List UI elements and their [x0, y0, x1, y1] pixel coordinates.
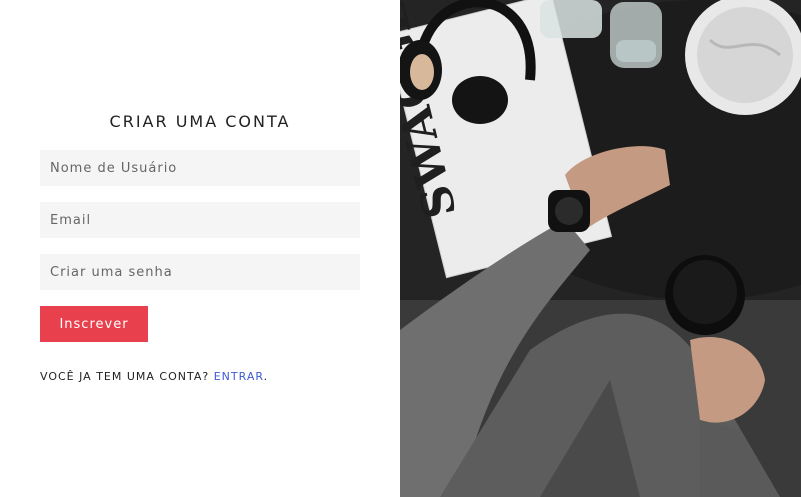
signin-prompt-text: VOCÊ JA TEM UMA CONTA? [40, 370, 210, 383]
signin-suffix: . [263, 370, 269, 383]
hero-illustration: SWAGGER [400, 0, 801, 497]
signup-button[interactable]: Inscrever [40, 306, 148, 342]
coffee-cup-icon [665, 255, 745, 335]
signup-panel: CRIAR UMA CONTA Inscrever VOCÊ JA TEM UM… [0, 0, 400, 497]
username-input[interactable] [40, 150, 360, 186]
signin-link[interactable]: ENTRAR [214, 370, 264, 383]
hero-photo: SWAGGER [400, 0, 801, 497]
password-input[interactable] [40, 254, 360, 290]
form-title: CRIAR UMA CONTA [109, 112, 291, 131]
email-input[interactable] [40, 202, 360, 238]
signin-prompt: VOCÊ JA TEM UMA CONTA? ENTRAR. [40, 370, 268, 383]
